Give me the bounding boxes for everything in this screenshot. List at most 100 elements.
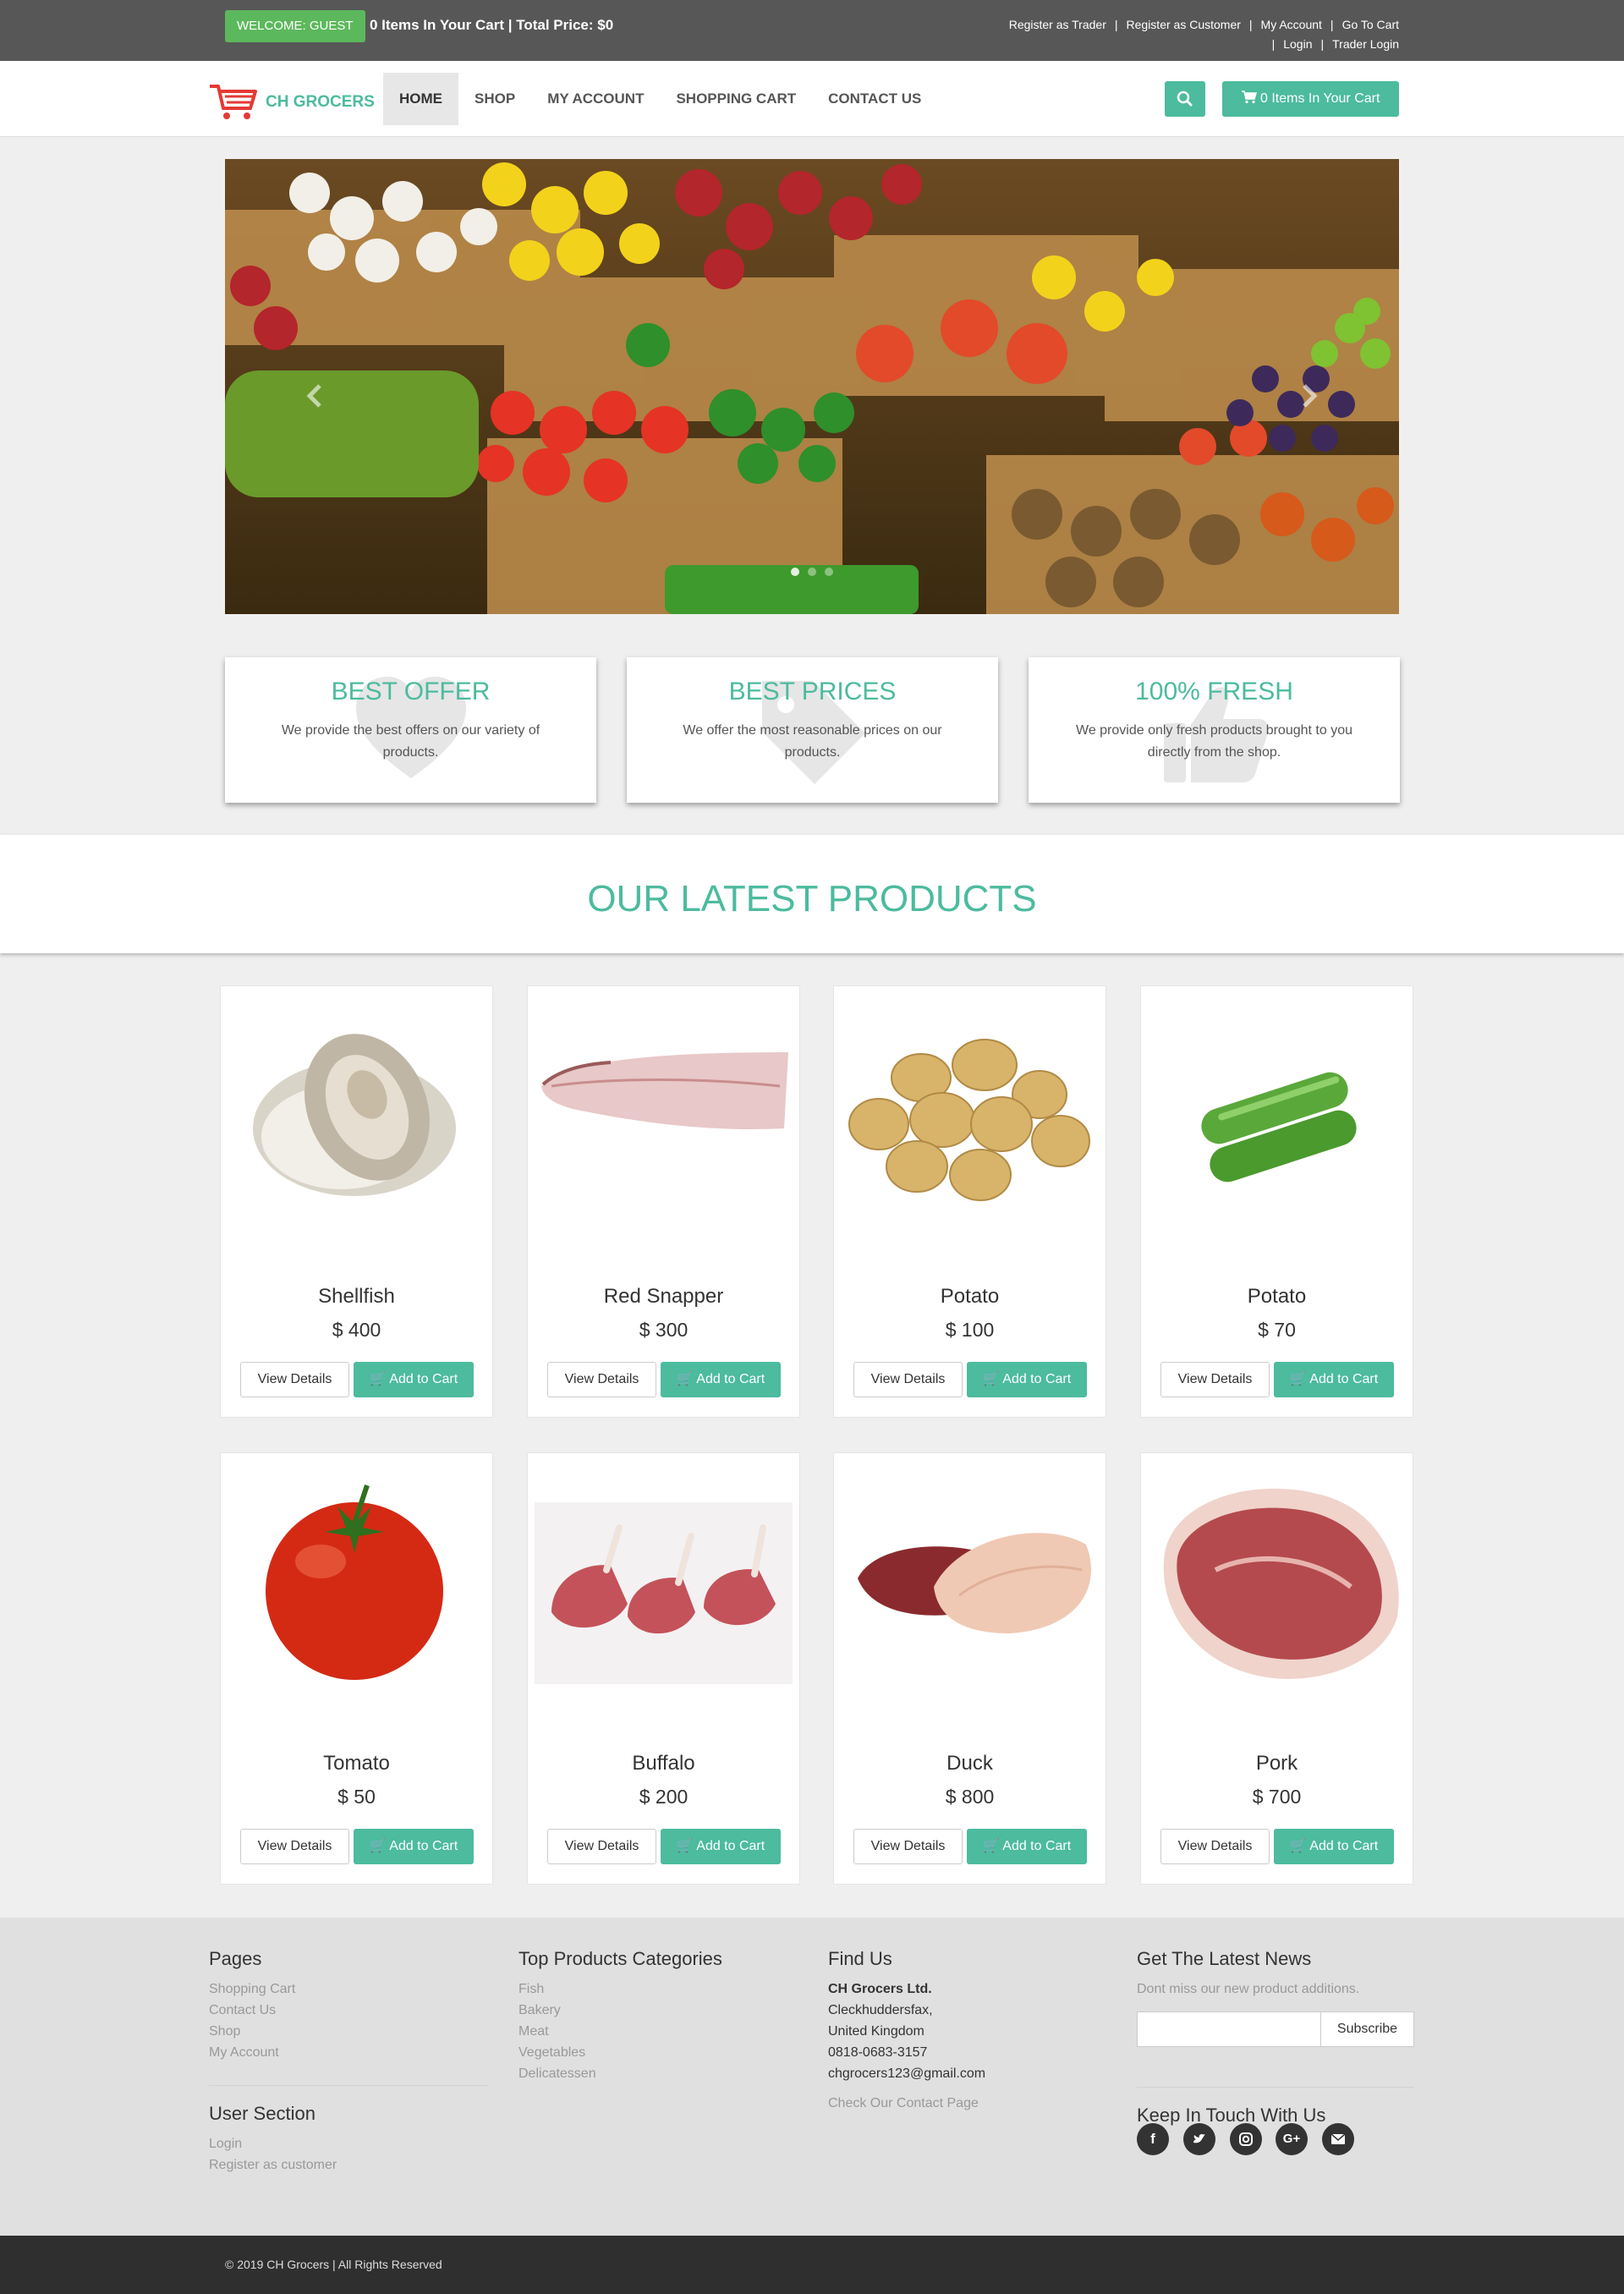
trader-login-link[interactable]: Trader Login [1332,37,1399,51]
logo-text: CH GROCERS [266,93,375,111]
category-link-bakery[interactable]: Bakery [518,2000,722,2021]
feature-title: BEST PRICES [728,678,897,705]
hero-carousel[interactable] [225,159,1399,614]
product-card: Tomato $ 50 View Details 🛒 Add to Cart [220,1452,493,1885]
features-row: BEST OFFER We provide the best offers on… [225,657,1400,803]
latest-products-header: OUR LATEST PRODUCTS [0,835,1624,953]
add-to-cart-button[interactable]: 🛒 Add to Cart [354,1362,474,1397]
register-trader-link[interactable]: Register as Trader [1009,18,1106,31]
product-name: Duck [946,1752,993,1775]
facebook-icon[interactable]: f [1137,2123,1169,2155]
tomato-image [266,1485,443,1680]
product-card: Potato $ 100 View Details 🛒 Add to Cart [833,985,1106,1418]
add-to-cart-label: Add to Cart [1002,1372,1072,1386]
footer-link-shop[interactable]: Shop [209,2021,488,2042]
feature-best-offer: BEST OFFER We provide the best offers on… [225,657,596,803]
product-name: Shellfish [318,1285,395,1308]
red-snapper-image [541,1052,788,1129]
nav-contact-us[interactable]: CONTACT US [812,73,937,125]
twitter-icon[interactable] [1183,2123,1215,2155]
nav-my-account[interactable]: MY ACCOUNT [531,73,660,125]
address-line: United Kingdom [828,2024,924,2039]
footer-link-my-account[interactable]: My Account [209,2042,488,2063]
category-link-fish[interactable]: Fish [518,1978,722,2000]
product-name: Pork [1255,1752,1298,1775]
cart-icon: 🛒 [982,1839,1000,1853]
product-name: Potato [1247,1285,1307,1308]
logo[interactable]: CH GROCERS [208,81,377,119]
cart-icon: 🛒 [676,1839,694,1853]
view-details-button[interactable]: View Details [853,1362,963,1397]
view-details-button[interactable]: View Details [853,1829,963,1864]
footer-link-register[interactable]: Register as customer [209,2154,488,2176]
cart-icon: 🛒 [1289,1372,1307,1386]
footer-heading: Top Products Categories [518,1948,722,1969]
category-link-delicatessen[interactable]: Delicatessen [518,2063,722,2084]
product-price: $ 70 [1258,1319,1296,1341]
product-card: Duck $ 800 View Details 🛒 Add to Cart [833,1452,1106,1885]
product-price: $ 800 [945,1786,995,1808]
add-to-cart-label: Add to Cart [389,1372,458,1386]
nav-home[interactable]: HOME [383,73,458,125]
google-plus-icon[interactable]: G+ [1276,2123,1308,2155]
main-navbar: CH GROCERS HOME SHOP MY ACCOUNT SHOPPING… [0,61,1624,137]
divider [209,2085,488,2086]
add-to-cart-button[interactable]: 🛒 Add to Cart [661,1829,781,1864]
nav-shop[interactable]: SHOP [458,73,531,125]
cart-summary: 0 Items In Your Cart | Total Price: $0 [370,17,614,33]
my-account-link[interactable]: My Account [1261,18,1322,31]
view-details-button[interactable]: View Details [1160,1362,1270,1397]
pork-image [1163,1488,1399,1679]
feature-text: We provide the best offers on our variet… [281,723,540,760]
view-details-button[interactable]: View Details [240,1362,349,1397]
copyright: © 2019 CH Grocers | All Rights Reserved [225,2258,442,2271]
register-customer-link[interactable]: Register as Customer [1127,18,1241,31]
add-to-cart-button[interactable]: 🛒 Add to Cart [967,1362,1087,1397]
search-button[interactable] [1165,81,1205,117]
top-links: Register as Trader | Register as Customer |… [1008,18,1399,51]
feature-best-prices: BEST PRICES We offer the most reasonable… [627,657,998,803]
subscribe-button[interactable]: Subscribe [1320,2011,1414,2047]
view-details-button[interactable]: View Details [1160,1829,1270,1864]
instagram-icon[interactable] [1230,2123,1262,2155]
add-to-cart-button[interactable]: 🛒 Add to Cart [1274,1362,1394,1397]
add-to-cart-button[interactable]: 🛒 Add to Cart [1274,1829,1394,1864]
footer-heading: Pages [209,1948,262,1969]
address-line: Cleckhuddersfax, [828,2003,933,2017]
newsletter-email-input[interactable] [1137,2011,1321,2047]
footer-link-contact-us[interactable]: Contact Us [209,2000,488,2021]
view-details-button[interactable]: View Details [240,1829,349,1864]
welcome-badge: WELCOME: GUEST [225,10,365,42]
nav-shopping-cart[interactable]: SHOPPING CART [660,73,812,125]
add-to-cart-label: Add to Cart [696,1839,765,1853]
search-icon [1177,91,1193,107]
company-name: CH Grocers Ltd. [828,1982,932,1996]
add-to-cart-label: Add to Cart [1309,1839,1379,1853]
view-details-button[interactable]: View Details [547,1362,656,1397]
footer: Pages Shopping Cart Contact Us Shop My A… [0,1918,1624,2236]
go-to-cart-link[interactable]: Go To Cart [1342,18,1399,31]
footer-link-shopping-cart[interactable]: Shopping Cart [209,1978,488,2000]
add-to-cart-button[interactable]: 🛒 Add to Cart [354,1829,474,1864]
envelope-icon [1330,2133,1346,2144]
add-to-cart-label: Add to Cart [1309,1372,1379,1386]
product-price: $ 50 [337,1786,376,1808]
category-link-vegetables[interactable]: Vegetables [518,2042,722,2063]
email-icon[interactable] [1322,2123,1354,2155]
login-link[interactable]: Login [1283,37,1312,51]
bottom-bar: © 2019 CH Grocers | All Rights Reserved [0,2236,1624,2294]
product-card: Buffalo $ 200 View Details 🛒 Add to Cart [527,1452,800,1885]
view-details-button[interactable]: View Details [547,1829,656,1864]
add-to-cart-button[interactable]: 🛒 Add to Cart [661,1362,781,1397]
feature-title: 100% FRESH [1135,678,1293,705]
product-price: $ 300 [639,1319,689,1341]
category-link-meat[interactable]: Meat [518,2021,722,2042]
product-price: $ 200 [639,1786,689,1808]
duck-image [858,1533,1091,1633]
contact-page-link[interactable]: Check Our Contact Page [828,2093,985,2114]
footer-link-login[interactable]: Login [209,2133,488,2154]
add-to-cart-button[interactable]: 🛒 Add to Cart [967,1829,1087,1864]
cart-button[interactable]: 0 Items In Your Cart [1222,81,1399,117]
footer-pages: Pages Shopping Cart Contact Us Shop My A… [209,1948,488,2176]
product-price: $ 400 [332,1319,381,1341]
